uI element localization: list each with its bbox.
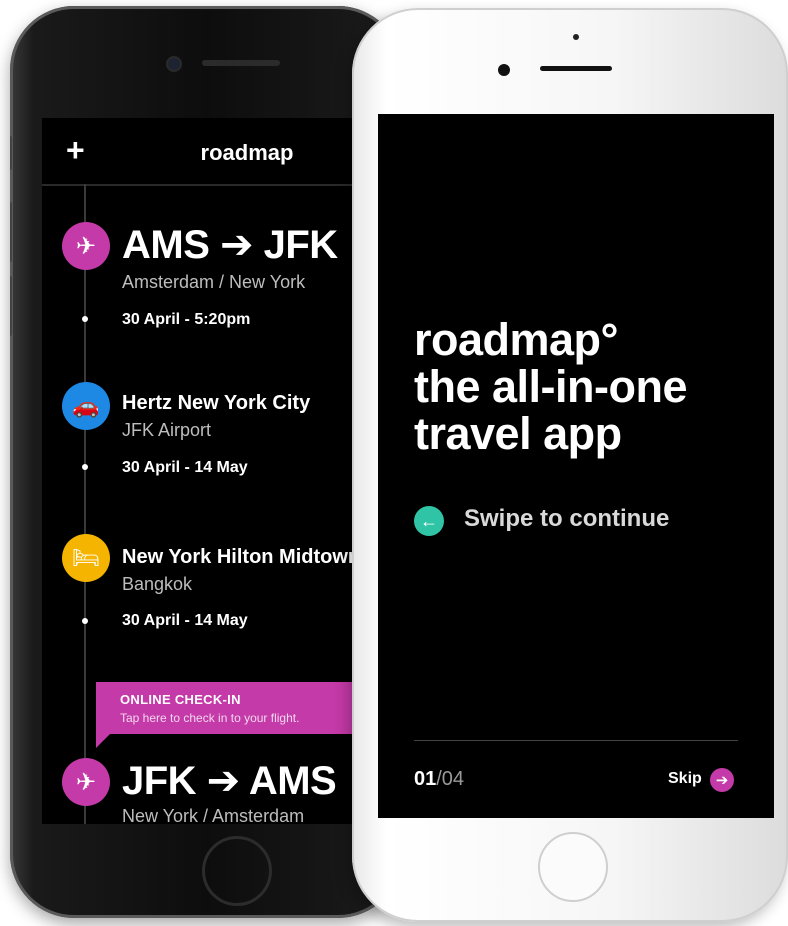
rental-subtitle: JFK Airport <box>122 420 212 440</box>
front-phone: roadmap° the all-in-one travel app ← Swi… <box>352 8 788 922</box>
hotel-title[interactable]: New York Hilton Midtown <box>122 546 360 569</box>
headline-line-2: the all-in-one <box>414 361 688 412</box>
page-total: /04 <box>436 768 465 790</box>
hotel-subtitle: Bangkok <box>122 574 193 594</box>
footer-divider <box>414 740 738 741</box>
home-button[interactable] <box>538 832 608 902</box>
arrow-left-icon[interactable]: ← <box>414 506 444 536</box>
return-flight-subtitle: New York / Amsterdam <box>122 806 305 824</box>
speaker-grille <box>202 60 280 66</box>
volume-up-button <box>10 202 12 262</box>
headline-line-3: travel app <box>414 408 622 459</box>
app-header: + roadmap <box>42 118 372 186</box>
volume-down-button <box>10 276 12 336</box>
home-button <box>202 836 272 906</box>
timeline-dot <box>82 618 88 624</box>
flight-date: 30 April - 5:20pm <box>122 311 251 328</box>
onboarding-headline: roadmap° the all-in-one travel app <box>414 316 764 457</box>
return-flight-title[interactable]: JFK ➔ AMS <box>122 758 337 804</box>
app-title: roadmap <box>200 140 294 165</box>
online-checkin-banner[interactable]: ONLINE CHECK-IN Tap here to check in to … <box>96 682 372 734</box>
proximity-sensor <box>573 34 579 40</box>
flight-route-subtitle: Amsterdam / New York <box>122 272 306 292</box>
timeline-line <box>84 184 86 824</box>
roadmap-timeline-screen: + roadmap ✈ AMS ➔ JFK Amsterdam / New Yo… <box>42 118 372 824</box>
speaker-grille <box>540 66 612 71</box>
silent-switch <box>10 136 12 170</box>
arrow-right-icon[interactable]: ➔ <box>710 768 734 792</box>
plane-icon[interactable]: ✈ <box>62 222 110 270</box>
checkin-title: ONLINE CHECK-IN <box>120 692 241 707</box>
bed-icon[interactable]: 🛏 <box>62 534 110 582</box>
camera-icon <box>498 64 510 76</box>
page-indicator: 01/04 <box>414 768 464 791</box>
checkin-pointer <box>96 734 110 748</box>
page-current: 01 <box>414 768 437 790</box>
rental-title[interactable]: Hertz New York City <box>122 392 310 415</box>
skip-button[interactable]: Skip <box>668 770 702 788</box>
timeline-dot <box>82 464 88 470</box>
camera-icon <box>168 58 180 70</box>
swipe-hint: Swipe to continue <box>464 505 670 532</box>
headline-line-1: roadmap° <box>414 314 619 365</box>
checkin-subtitle: Tap here to check in to your flight. <box>120 711 300 725</box>
car-icon[interactable]: 🚗 <box>62 382 110 430</box>
back-phone: + roadmap ✈ AMS ➔ JFK Amsterdam / New Yo… <box>10 6 402 918</box>
hotel-date: 30 April - 14 May <box>122 612 248 629</box>
plane-icon[interactable]: ✈ <box>62 758 110 806</box>
timeline-dot <box>82 316 88 322</box>
flight-route-title[interactable]: AMS ➔ JFK <box>122 222 338 268</box>
rental-date: 30 April - 14 May <box>122 459 248 476</box>
onboarding-screen: roadmap° the all-in-one travel app ← Swi… <box>378 114 774 818</box>
